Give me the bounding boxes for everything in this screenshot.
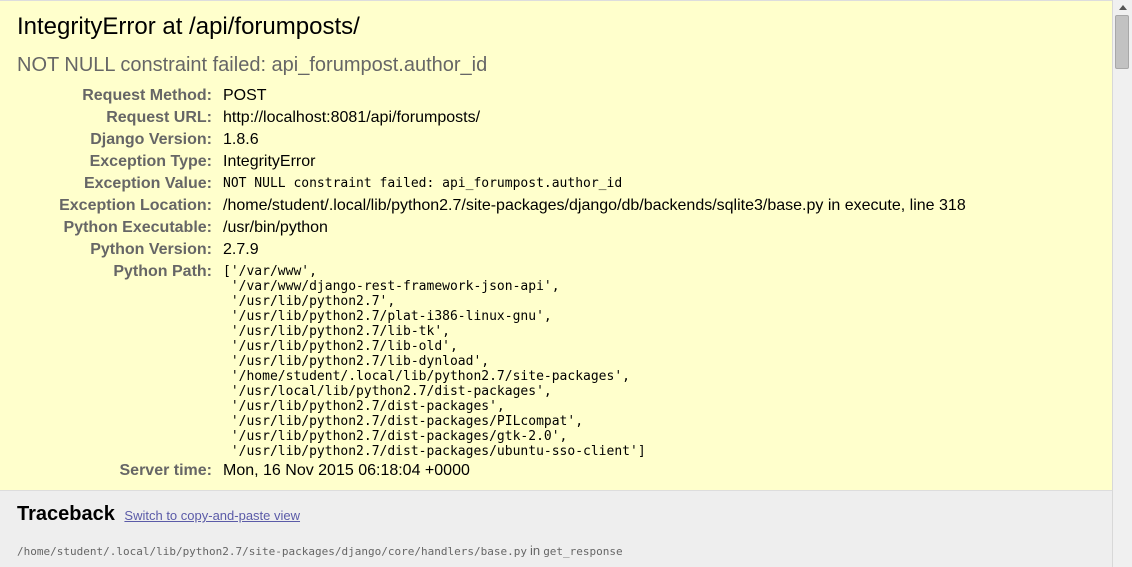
python-path-entry: '/usr/local/lib/python2.7/dist-packages'… [223, 384, 552, 399]
meta-value: /home/student/.local/lib/python2.7/site-… [223, 197, 966, 214]
meta-key: Request URL: [106, 109, 212, 126]
meta-value: 2.7.9 [223, 241, 259, 258]
python-path-entry: '/usr/lib/python2.7/dist-packages/ubuntu… [223, 444, 646, 459]
python-path-entry: '/usr/lib/python2.7/dist-packages/PILcom… [223, 414, 584, 429]
switch-to-copy-paste-link[interactable]: Switch to copy-and-paste view [124, 508, 300, 523]
traceback-heading: Traceback Switch to copy-and-paste view [17, 503, 300, 526]
python-path-entry: '/usr/lib/python2.7', [223, 294, 396, 309]
meta-key: Request Method: [82, 87, 212, 104]
triangle-up-icon [1118, 5, 1127, 10]
meta-key: Exception Value: [83, 175, 212, 192]
scroll-up-button[interactable] [1113, 0, 1132, 15]
meta-row-python-version: Python Version: 2.7.9 [0, 240, 1100, 262]
meta-key: Django Version: [90, 131, 212, 148]
meta-row-request-method: Request Method: POST [0, 86, 1100, 108]
traceback-frame[interactable]: /home/student/.local/lib/python2.7/site-… [17, 543, 623, 558]
meta-row-request-url: Request URL: http://localhost:8081/api/f… [0, 108, 1100, 130]
python-path-entry: '/usr/lib/python2.7/plat-i386-linux-gnu'… [223, 309, 552, 324]
meta-value: POST [223, 87, 267, 104]
python-path-list: ['/var/www', '/var/www/django-rest-frame… [223, 264, 646, 459]
meta-value: 1.8.6 [223, 131, 259, 148]
meta-row-server-time: Server time: Mon, 16 Nov 2015 06:18:04 +… [0, 461, 1100, 483]
meta-key: Python Version: [90, 241, 212, 258]
page-viewport: IntegrityError at /api/forumposts/ NOT N… [0, 0, 1112, 567]
meta-value: http://localhost:8081/api/forumposts/ [223, 109, 481, 126]
meta-row-exception-type: Exception Type: IntegrityError [0, 152, 1100, 174]
meta-row-python-executable: Python Executable: /usr/bin/python [0, 218, 1100, 240]
page-title: IntegrityError at /api/forumposts/ [17, 13, 360, 40]
meta-key: Exception Type: [89, 153, 212, 170]
frame-filename: /home/student/.local/lib/python2.7/site-… [17, 545, 527, 558]
meta-row-django-version: Django Version: 1.8.6 [0, 130, 1100, 152]
scrollbar-thumb[interactable] [1115, 15, 1129, 69]
python-path-entry: '/usr/lib/python2.7/dist-packages/gtk-2.… [223, 429, 568, 444]
error-summary: IntegrityError at /api/forumposts/ NOT N… [0, 0, 1112, 491]
meta-value: NOT NULL constraint failed: api_forumpos… [223, 176, 623, 191]
meta-value: /usr/bin/python [223, 219, 328, 236]
python-path-entry: '/usr/lib/python2.7/dist-packages', [223, 399, 505, 414]
python-path-entry: '/usr/lib/python2.7/lib-dynload', [223, 354, 490, 369]
meta-key: Exception Location: [59, 197, 212, 214]
meta-key: Python Path: [113, 263, 212, 280]
python-path-entry: '/home/student/.local/lib/python2.7/site… [223, 369, 630, 384]
python-path-entry: '/usr/lib/python2.7/lib-old', [223, 339, 458, 354]
meta-row-exception-location: Exception Location: /home/student/.local… [0, 196, 1100, 218]
meta-row-exception-value: Exception Value: NOT NULL constraint fai… [0, 174, 1100, 196]
frame-in-label: in [530, 543, 541, 558]
python-path-entry: '/var/www/django-rest-framework-json-api… [223, 279, 560, 294]
frame-function: get_response [543, 545, 623, 558]
python-path-entry: ['/var/www', [223, 264, 317, 279]
vertical-scrollbar[interactable] [1112, 0, 1132, 567]
python-path-entry: '/usr/lib/python2.7/lib-tk', [223, 324, 450, 339]
meta-value: IntegrityError [223, 153, 316, 170]
traceback-title: Traceback [17, 503, 115, 525]
meta-key: Server time: [119, 462, 213, 479]
meta-key: Python Executable: [63, 219, 212, 236]
meta-value: Mon, 16 Nov 2015 06:18:04 +0000 [223, 462, 470, 479]
exception-subtitle: NOT NULL constraint failed: api_forumpos… [17, 54, 488, 76]
